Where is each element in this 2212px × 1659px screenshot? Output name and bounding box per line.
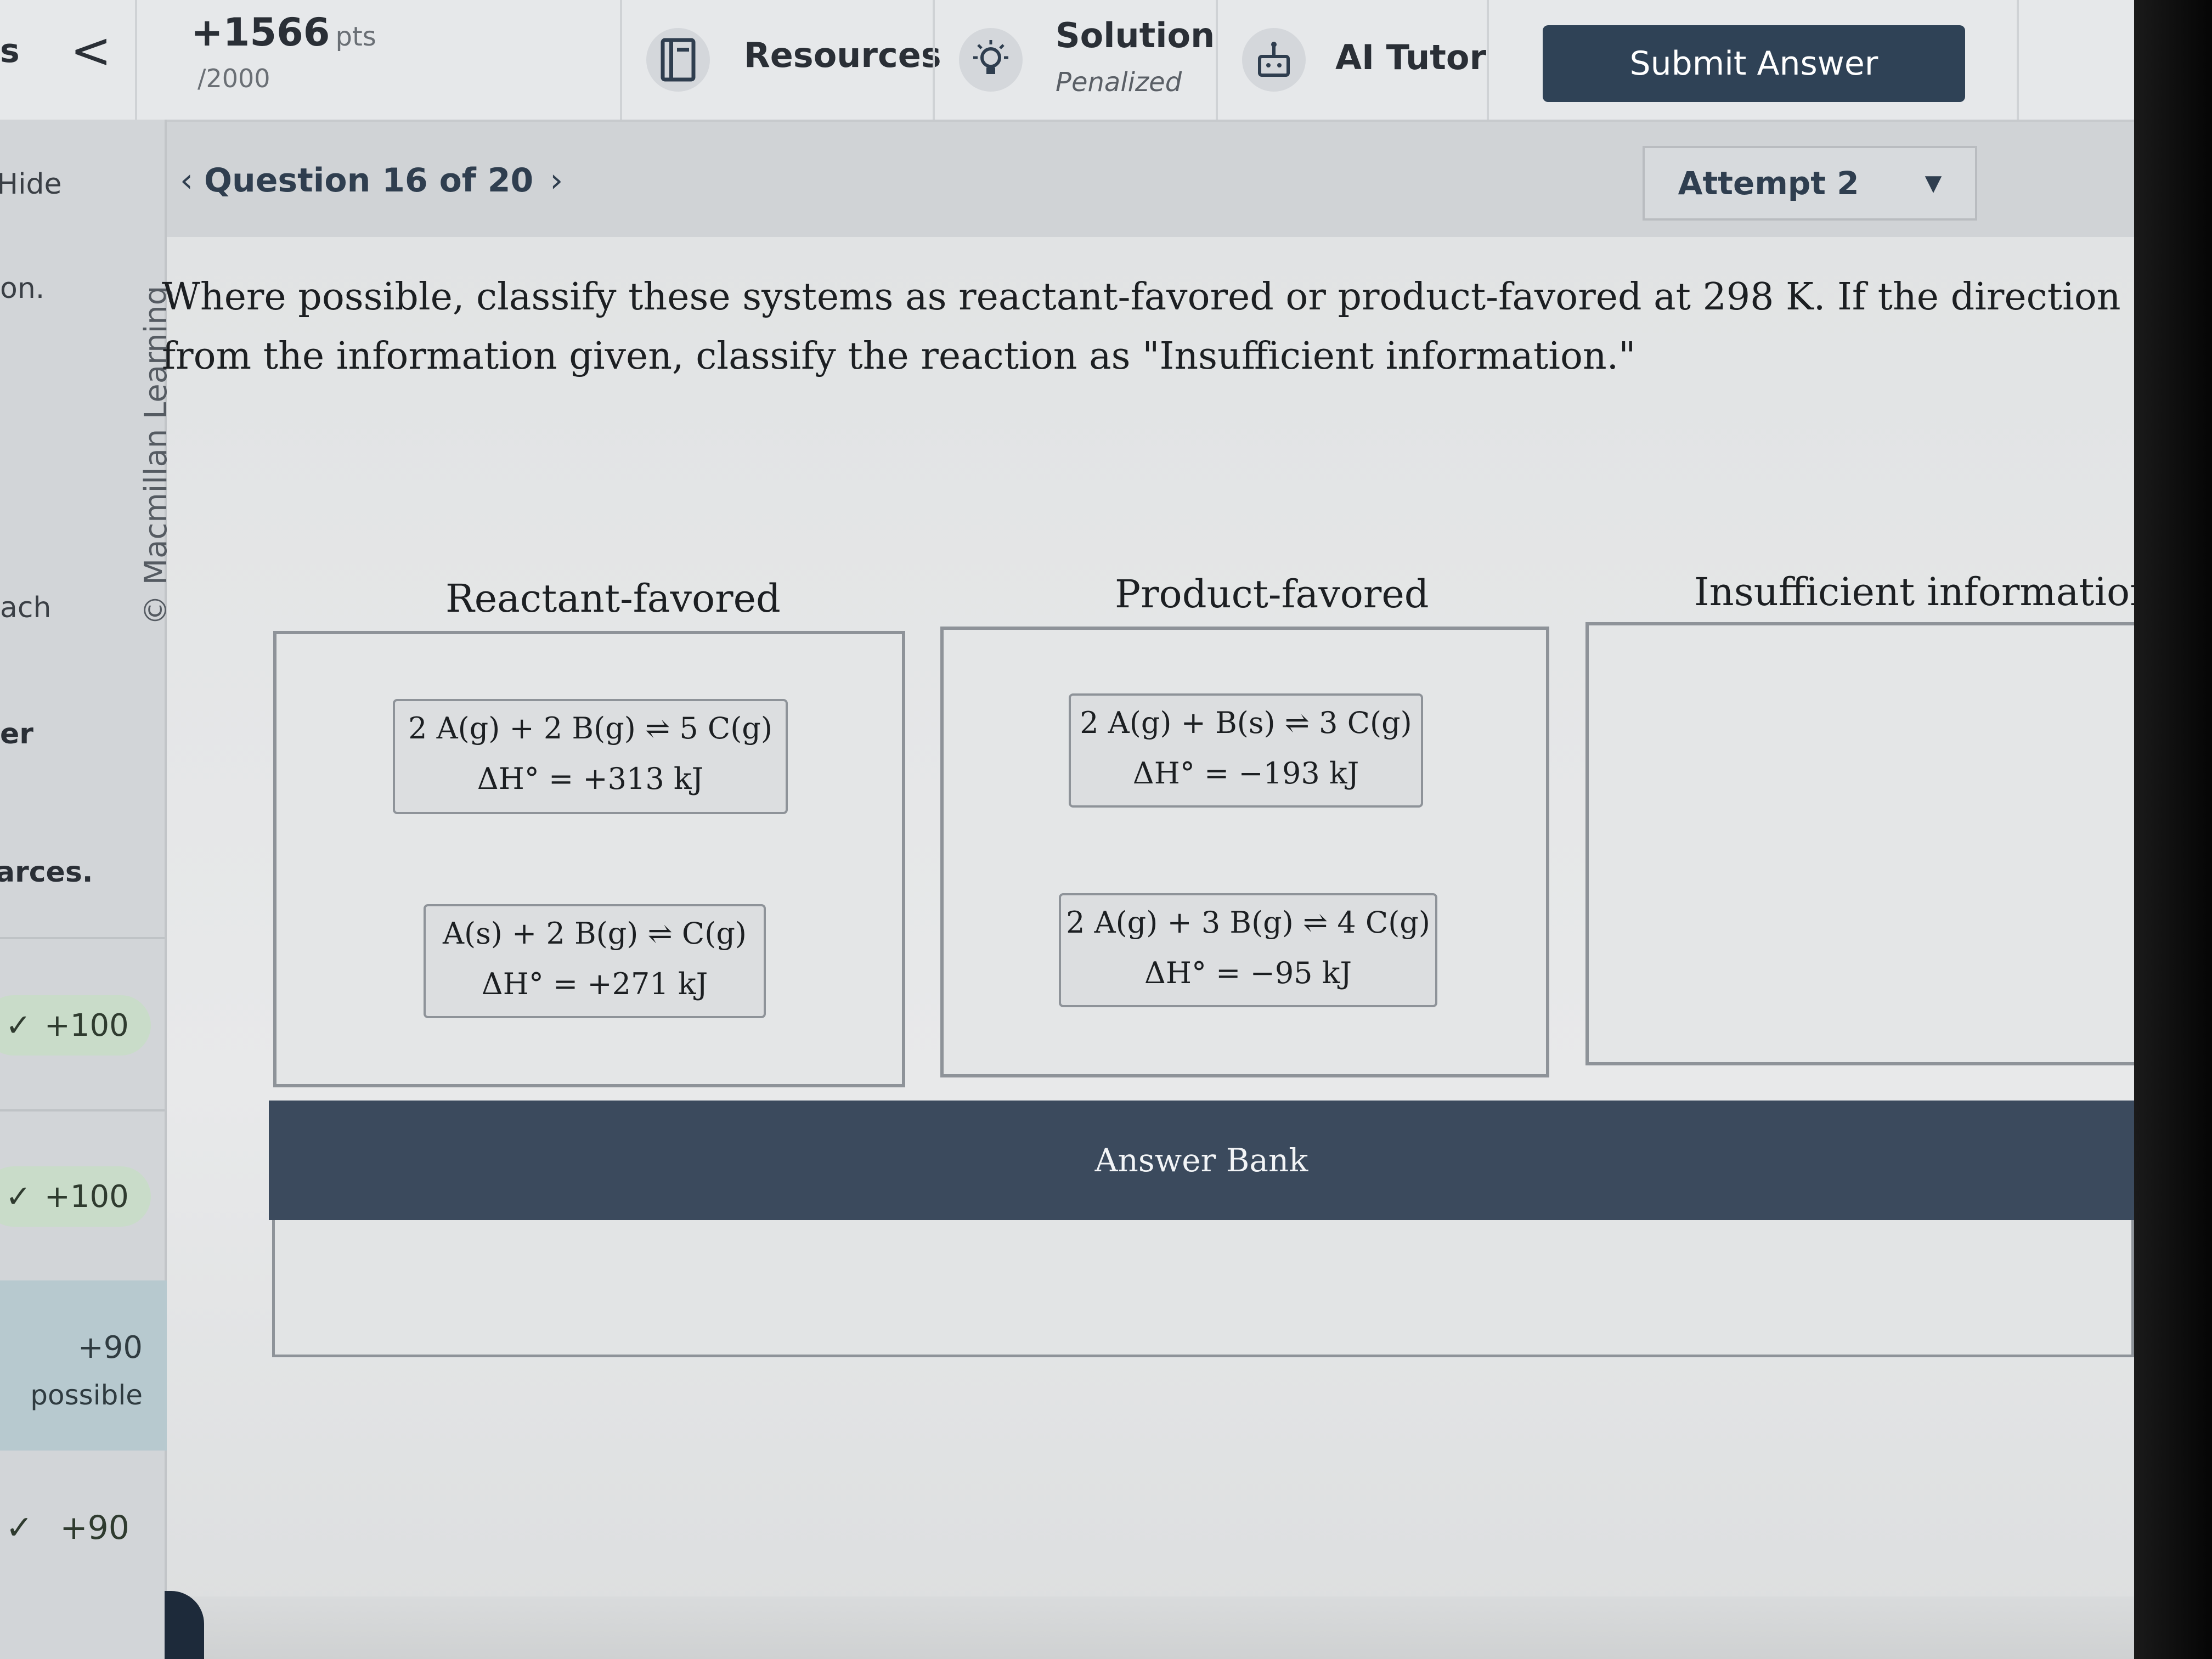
top-bar: s < +1566 pts /2000 Resources Solution P…: [0, 0, 2134, 122]
score-value: +100: [44, 1007, 129, 1043]
reaction-enthalpy: ΔH° = −95 kJ: [1144, 956, 1352, 990]
solution-penalized-note: Penalized: [1056, 67, 1182, 98]
reaction-enthalpy: ΔH° = +271 kJ: [481, 967, 708, 1001]
resources-label: Resources: [744, 35, 941, 75]
points-unit: pts: [335, 21, 376, 52]
question-prompt: Where possible, classify these systems a…: [162, 268, 2134, 386]
reactant-favored-title: Reactant-favored: [445, 576, 781, 621]
question-score-pill[interactable]: ✓ +100: [0, 995, 151, 1056]
reaction-card[interactable]: 2 A(g) + 3 B(g) ⇌ 4 C(g) ΔH° = −95 kJ: [1059, 893, 1437, 1007]
check-icon: ✓: [5, 1509, 33, 1547]
reaction-enthalpy: ΔH° = +313 kJ: [477, 761, 704, 796]
prompt-line: from the information given, classify the…: [162, 335, 1636, 378]
question-navigation: ‹ Question 16 of 20 › Attempt 2 ▼: [167, 122, 2134, 237]
score-display: +1566 pts: [191, 10, 376, 55]
divider: [0, 937, 165, 939]
divider: [2017, 0, 2019, 120]
reaction-card[interactable]: A(s) + 2 B(g) ⇌ C(g) ΔH° = +271 kJ: [424, 904, 766, 1018]
question-pager: ‹ Question 16 of 20 ›: [180, 161, 563, 200]
question-counter: Question 16 of 20: [204, 161, 534, 200]
attempt-label: Attempt 2: [1678, 165, 1859, 202]
check-icon: ✓: [5, 1007, 31, 1043]
score-value: +90: [60, 1509, 129, 1547]
sidebar-text: ach: [0, 591, 52, 624]
divider: [135, 0, 137, 120]
robot-icon: [1242, 28, 1306, 92]
reaction-equation: A(s) + 2 B(g) ⇌ C(g): [443, 916, 747, 951]
answer-bank-header: Answer Bank: [269, 1101, 2134, 1220]
ai-tutor-button[interactable]: AI Tutor: [1218, 0, 1487, 120]
check-icon: ✓: [5, 1178, 31, 1215]
dropdown-caret-icon: ▼: [1925, 171, 1942, 196]
reaction-card[interactable]: 2 A(g) + 2 B(g) ⇌ 5 C(g) ΔH° = +313 kJ: [393, 699, 788, 814]
score-value: +100: [44, 1178, 129, 1215]
submit-answer-button[interactable]: Submit Answer: [1543, 25, 1965, 102]
sidebar-text: arces.: [0, 856, 93, 889]
reaction-equation: 2 A(g) + 3 B(g) ⇌ 4 C(g): [1066, 905, 1430, 940]
reaction-card[interactable]: 2 A(g) + B(s) ⇌ 3 C(g) ΔH° = −193 kJ: [1069, 693, 1423, 808]
back-chevron-icon[interactable]: <: [70, 26, 111, 76]
previous-question-chevron-icon[interactable]: ‹: [180, 161, 193, 200]
book-icon: [646, 28, 710, 92]
solution-button[interactable]: Solution Penalized: [935, 0, 1216, 120]
answer-bank-drop-area[interactable]: [272, 1220, 2134, 1357]
points-total: /2000: [198, 64, 270, 93]
nav-fragment: s: [0, 32, 20, 70]
hide-toggle[interactable]: Hide: [0, 168, 62, 201]
attempt-dropdown[interactable]: Attempt 2 ▼: [1643, 146, 1977, 221]
question-score-pill[interactable]: ✓ +100: [0, 1166, 151, 1227]
ai-tutor-label: AI Tutor: [1335, 37, 1487, 77]
reaction-enthalpy: ΔH° = −193 kJ: [1132, 756, 1359, 791]
insufficient-information-drop-zone[interactable]: [1585, 622, 2134, 1065]
divider: [0, 1109, 165, 1111]
points-value: +1566: [191, 10, 330, 55]
prompt-line: Where possible, classify these systems a…: [162, 275, 2134, 319]
sidebar-text: er: [0, 718, 33, 751]
question-score-pill[interactable]: ✓ +90: [5, 1509, 129, 1547]
reaction-equation: 2 A(g) + B(s) ⇌ 3 C(g): [1080, 706, 1412, 740]
possible-value: +90: [77, 1330, 143, 1365]
possible-label: possible: [30, 1379, 143, 1411]
lightbulb-icon: [959, 28, 1023, 92]
screen-bottom-edge: [165, 1596, 2134, 1659]
resources-button[interactable]: Resources: [622, 0, 941, 120]
product-favored-title: Product-favored: [1115, 572, 1429, 617]
current-question-possible-score[interactable]: +90 possible: [0, 1280, 174, 1451]
solution-label: Solution: [1056, 15, 1215, 55]
divider: [1487, 0, 1489, 120]
reaction-equation: 2 A(g) + 2 B(g) ⇌ 5 C(g): [408, 711, 772, 746]
screen: s < +1566 pts /2000 Resources Solution P…: [0, 0, 2134, 1659]
sidebar-text: on.: [0, 272, 45, 305]
next-question-chevron-icon[interactable]: ›: [550, 161, 563, 200]
device-bezel: [2134, 0, 2212, 1659]
insufficient-information-title: Insufficient information: [1694, 569, 2134, 614]
